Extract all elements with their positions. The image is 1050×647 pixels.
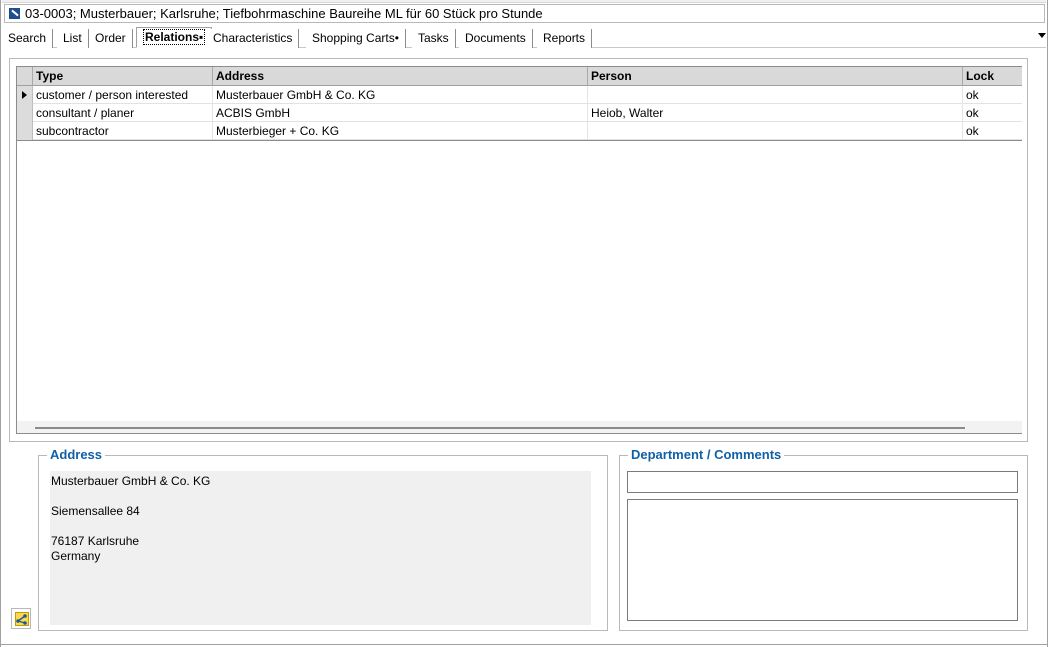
window-border-bottom [0,644,1048,645]
cell-address[interactable]: Musterbieger + Co. KG [213,122,588,140]
tab-label: Shopping Carts• [312,31,399,45]
cell-person[interactable] [588,86,963,104]
tab-relations[interactable]: Relations▪ [136,27,213,48]
record-title-bar: 03-0003; Musterbauer; Karlsruhe; Tiefboh… [4,4,1045,23]
row-selector[interactable] [17,86,33,104]
comments-textarea[interactable] [627,499,1018,621]
cell-address[interactable]: Musterbauer GmbH & Co. KG [213,86,588,104]
tab-label: Tasks [418,31,449,45]
toolbar-strip [2,0,1046,3]
share-icon [15,612,29,626]
tab-order[interactable]: Order [89,29,133,48]
tab-characteristics[interactable]: Characteristics [207,29,300,48]
address-line: Siemensallee 84 [51,504,140,518]
document-icon [9,8,20,19]
address-line [51,489,590,504]
column-header-lock[interactable]: Lock [963,67,1022,86]
table-row[interactable]: subcontractor Musterbieger + Co. KG ok [17,122,1022,140]
address-line: 76187 Karlsruhe [51,534,140,548]
tab-label: Order [95,31,126,45]
cell-lock[interactable]: ok [963,104,1022,122]
window-border-right [1047,0,1048,647]
tab-label: Search [8,31,47,45]
row-selector[interactable] [17,122,33,140]
window-border-left [0,0,1,647]
grid-bottom-rule [17,140,1022,141]
chevron-down-icon[interactable] [1038,33,1046,38]
address-line: Musterbauer GmbH & Co. KG [51,474,211,488]
row-selector[interactable] [17,104,33,122]
tab-list[interactable]: List [57,29,89,48]
column-header-address[interactable]: Address [213,67,588,86]
tab-label: List [63,31,82,45]
tab-bar: Search List Order Relations▪ Characteris… [2,27,1046,48]
column-header-person[interactable]: Person [588,67,963,86]
cell-lock[interactable]: ok [963,122,1022,140]
table-row[interactable]: consultant / planer ACBIS GmbH Heiob, Wa… [17,104,1022,122]
table-row[interactable]: customer / person interested Musterbauer… [17,86,1022,104]
cell-type[interactable]: consultant / planer [33,104,213,122]
cell-person[interactable]: Heiob, Walter [588,104,963,122]
department-group-title: Department / Comments [628,447,785,462]
row-pointer-icon [22,91,27,99]
tab-search[interactable]: Search [2,29,54,48]
address-display: Musterbauer GmbH & Co. KG Siemensallee 8… [50,471,591,625]
address-group-title: Address [47,447,106,462]
grid-header: Type Address Person Lock [17,67,1022,86]
tab-tasks[interactable]: Tasks [412,29,456,48]
row-header-corner [17,67,33,86]
department-comments-group: Department / Comments [619,447,1028,631]
tab-label: Relations▪ [143,29,206,45]
cell-lock[interactable]: ok [963,86,1022,104]
tab-reports[interactable]: Reports [537,29,593,48]
scrollbar-thumb[interactable] [35,427,965,429]
tab-shopping-carts[interactable]: Shopping Carts• [306,29,406,48]
tab-documents[interactable]: Documents [459,29,533,48]
cell-address[interactable]: ACBIS GmbH [213,104,588,122]
relations-grid[interactable]: Type Address Person Lock customer / pers… [16,66,1022,434]
cell-person[interactable] [588,122,963,140]
share-button[interactable] [11,608,31,629]
record-title: 03-0003; Musterbauer; Karlsruhe; Tiefboh… [25,6,543,21]
tab-label: Characteristics [213,31,293,45]
column-header-type[interactable]: Type [33,67,213,86]
department-input[interactable] [627,471,1018,493]
tab-label: Reports [543,31,586,45]
horizontal-scrollbar[interactable] [17,421,1022,433]
cell-type[interactable]: customer / person interested [33,86,213,104]
cell-type[interactable]: subcontractor [33,122,213,140]
address-group: Address Musterbauer GmbH & Co. KG Siemen… [38,447,608,631]
address-line: Germany [51,549,101,563]
address-line [51,519,590,534]
tab-label: Documents [465,31,526,45]
